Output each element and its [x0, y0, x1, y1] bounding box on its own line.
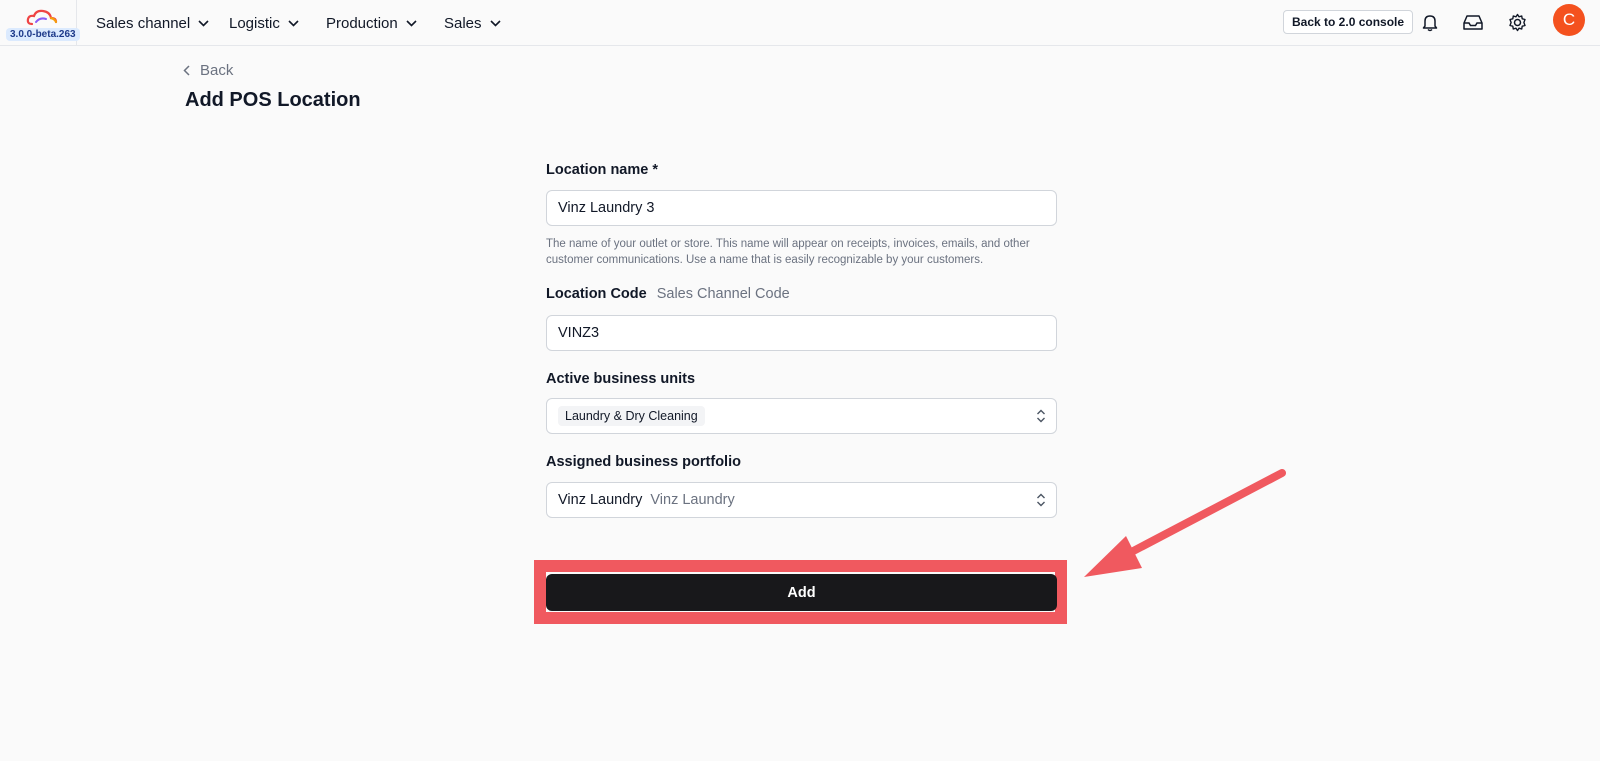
nav-label: Sales: [444, 14, 482, 32]
location-name-value: Vinz Laundry 3: [558, 200, 655, 216]
nav-production[interactable]: Production: [326, 0, 417, 46]
location-name-input[interactable]: Vinz Laundry 3: [546, 190, 1057, 226]
chevron-down-icon: [406, 19, 417, 27]
nav-label: Production: [326, 14, 398, 32]
back-to-console-button[interactable]: Back to 2.0 console: [1283, 10, 1414, 34]
version-badge: 3.0.0-beta.263: [6, 28, 80, 41]
location-code-label-text: Location Code: [546, 286, 647, 302]
top-navigation-bar: 3.0.0-beta.263 Sales channel Logistic Pr…: [0, 0, 1600, 46]
chevron-down-icon: [288, 19, 299, 27]
business-units-label: Active business units: [546, 371, 696, 387]
portfolio-select[interactable]: Vinz Laundry Vinz Laundry: [546, 482, 1057, 518]
settings-button[interactable]: [1506, 11, 1528, 33]
inbox-icon: [1463, 14, 1483, 30]
back-label: Back: [200, 62, 234, 79]
location-name-help-text: The name of your outlet or store. This n…: [546, 238, 1030, 266]
add-button[interactable]: Add: [546, 574, 1057, 611]
chevron-down-icon: [489, 19, 501, 27]
location-code-label: Location Code Sales Channel Code: [546, 286, 790, 302]
portfolio-secondary: Vinz Laundry: [650, 492, 735, 508]
notifications-button[interactable]: [1419, 11, 1441, 33]
chevron-left-icon: [183, 65, 190, 76]
nav-sales-channel[interactable]: Sales channel: [96, 0, 209, 46]
business-unit-chip[interactable]: Laundry & Dry Cleaning: [558, 406, 705, 426]
arrow-annotation-icon: [1084, 469, 1286, 577]
location-code-value: VINZ3: [558, 325, 600, 341]
gear-icon: [1508, 13, 1526, 31]
chevron-up-down-icon: [1037, 493, 1045, 507]
location-name-label: Location name *: [546, 162, 658, 178]
nav-label: Logistic: [229, 14, 280, 32]
business-units-select[interactable]: Laundry & Dry Cleaning: [546, 398, 1057, 434]
user-avatar[interactable]: C: [1553, 4, 1585, 36]
chevron-down-icon: [198, 19, 209, 27]
location-code-input[interactable]: VINZ3: [546, 315, 1057, 351]
page-title: Add POS Location: [185, 89, 361, 111]
back-link[interactable]: Back: [183, 62, 233, 79]
logo-area[interactable]: 3.0.0-beta.263: [0, 0, 80, 46]
nav-sales[interactable]: Sales: [444, 0, 501, 46]
bell-icon: [1422, 14, 1438, 31]
nav-label: Sales channel: [96, 14, 191, 32]
portfolio-label: Assigned business portfolio: [546, 454, 741, 470]
inbox-button[interactable]: [1462, 11, 1484, 33]
cloud-logo-icon: [26, 9, 58, 26]
nav-logistic[interactable]: Logistic: [229, 0, 299, 46]
sales-channel-code-label: Sales Channel Code: [656, 286, 790, 302]
portfolio-value: Vinz Laundry: [558, 492, 643, 508]
chevron-up-down-icon: [1037, 409, 1045, 423]
